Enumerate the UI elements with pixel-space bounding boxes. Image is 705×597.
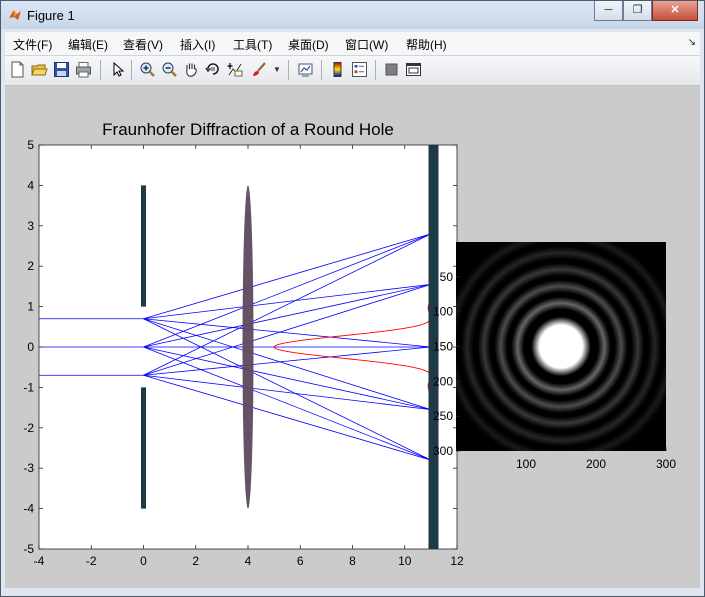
show-plot-tools-icon[interactable] xyxy=(405,61,422,78)
figure-window: Figure 1 ─ ❐ ✕ 文件(F) 编辑(E) 查看(V) 插入(I) 工… xyxy=(0,0,705,597)
matlab-logo-icon xyxy=(9,10,21,20)
window-title: Figure 1 xyxy=(27,8,75,23)
y-tick-label: 150 xyxy=(433,340,453,354)
aperture-block xyxy=(141,387,146,509)
y-tick-label: 50 xyxy=(440,270,454,284)
toolbar-separator xyxy=(375,60,376,80)
y-tick-label: -4 xyxy=(23,502,34,516)
x-tick-label: 12 xyxy=(450,554,464,568)
y-tick-label: -2 xyxy=(23,421,34,435)
x-tick-label: 4 xyxy=(245,554,252,568)
y-tick-label: 5 xyxy=(27,138,34,152)
aperture-block xyxy=(141,185,146,307)
open-file-icon[interactable] xyxy=(31,61,48,78)
airy-pattern-image: 100 200 300 50 100 150 200 250 300 xyxy=(433,242,676,471)
x-tick-label: 300 xyxy=(656,457,676,471)
x-tick-label: 200 xyxy=(586,457,606,471)
close-button[interactable]: ✕ xyxy=(652,1,698,21)
menu-view[interactable]: 查看(V) xyxy=(123,36,163,53)
data-cursor-icon[interactable] xyxy=(227,61,244,78)
title-bar[interactable]: Figure 1 ─ ❐ ✕ xyxy=(1,1,704,29)
rotate-3d-icon[interactable] xyxy=(205,61,222,78)
menu-insert[interactable]: 插入(I) xyxy=(180,36,215,53)
y-tick-label: 2 xyxy=(27,259,34,273)
toolbar-separator xyxy=(288,60,289,80)
y-tick-label: 250 xyxy=(433,409,453,423)
x-tick-label: 2 xyxy=(192,554,199,568)
x-tick-label: 100 xyxy=(516,457,536,471)
hide-plot-tools-icon[interactable] xyxy=(383,61,400,78)
restore-button[interactable]: ❐ xyxy=(623,1,652,21)
menu-help[interactable]: 帮助(H) xyxy=(406,36,447,53)
x-tick-label: 0 xyxy=(140,554,147,568)
save-icon[interactable] xyxy=(53,61,70,78)
insert-colorbar-icon[interactable] xyxy=(329,61,346,78)
print-icon[interactable] xyxy=(75,61,92,78)
pan-hand-icon[interactable] xyxy=(183,61,200,78)
zoom-out-icon[interactable] xyxy=(161,61,178,78)
insert-legend-icon[interactable] xyxy=(351,61,368,78)
menu-tools[interactable]: 工具(T) xyxy=(233,36,272,53)
toolbar-separator xyxy=(321,60,322,80)
y-tick-label: 3 xyxy=(27,219,34,233)
menu-file[interactable]: 文件(F) xyxy=(13,36,52,53)
dock-arrow-icon[interactable]: ↘ xyxy=(688,37,696,48)
figure-toolbar: ▼ xyxy=(5,56,700,86)
diffraction-ray-plot: -4 -2 0 2 4 6 8 10 12-5-4-3-2-1012345 Fraunhofer… xyxy=(23,120,464,568)
zoom-in-icon[interactable] xyxy=(139,61,156,78)
y-tick-label: 1 xyxy=(27,300,34,314)
x-tick-label: 8 xyxy=(349,554,356,568)
y-tick-label: 300 xyxy=(433,444,453,458)
link-plot-icon[interactable] xyxy=(297,61,314,78)
figure-canvas: -4 -2 0 2 4 6 8 10 12 -5 -4 -3 -2 -1 0 1 2 3 4 5 Fraunhofer… xyxy=(5,86,700,588)
x-tick-label: -2 xyxy=(86,554,97,568)
y-tick-label: 0 xyxy=(27,340,34,354)
menu-edit[interactable]: 编辑(E) xyxy=(68,36,108,53)
menu-bar: 文件(F) 编辑(E) 查看(V) 插入(I) 工具(T) 桌面(D) 窗口(W… xyxy=(5,32,700,56)
y-tick-label: 4 xyxy=(27,178,34,192)
toolbar-separator xyxy=(100,60,101,80)
x-tick-label: 6 xyxy=(297,554,304,568)
x-tick-label: -4 xyxy=(34,554,45,568)
new-figure-icon[interactable] xyxy=(9,61,26,78)
y-tick-label: -3 xyxy=(23,461,34,475)
x-tick-label: 10 xyxy=(398,554,412,568)
lens-shape xyxy=(242,185,254,509)
chart-title: Fraunhofer Diffraction of a Round Hole xyxy=(102,120,394,139)
menu-desktop[interactable]: 桌面(D) xyxy=(288,36,329,53)
y-tick-label: 100 xyxy=(433,305,453,319)
y-tick-label: -5 xyxy=(23,542,34,556)
y-tick-label: 200 xyxy=(433,374,453,388)
menu-window[interactable]: 窗口(W) xyxy=(345,36,388,53)
toolbar-separator xyxy=(131,60,132,80)
minimize-button[interactable]: ─ xyxy=(594,1,623,21)
y-tick-label: -1 xyxy=(23,380,34,394)
central-airy-disk xyxy=(542,327,580,366)
edit-plot-arrow-icon[interactable] xyxy=(109,61,126,78)
brush-icon[interactable] xyxy=(251,61,268,78)
figure-plots: -4 -2 0 2 4 6 8 10 12-5-4-3-2-1012345 Fraunhofer… xyxy=(23,120,676,568)
